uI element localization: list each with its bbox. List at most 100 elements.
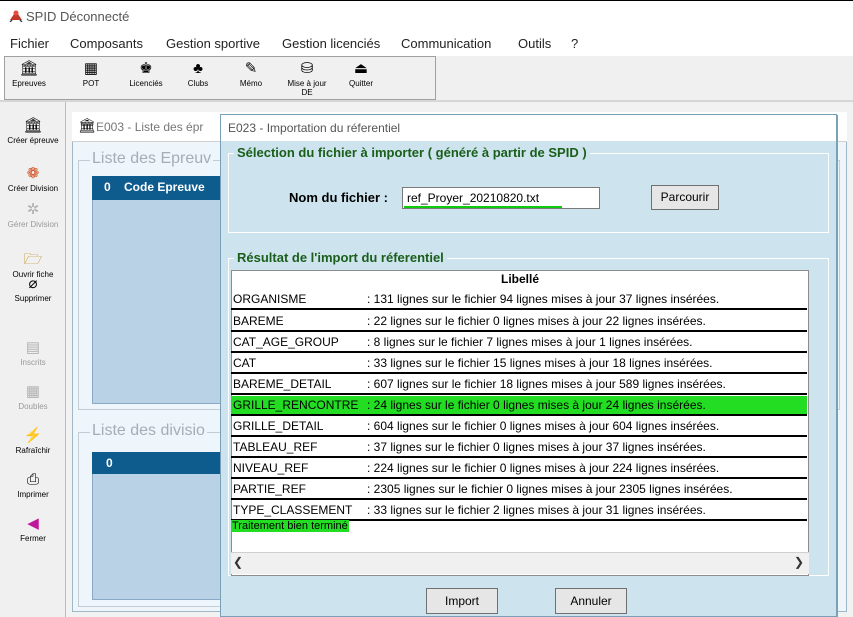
result-row[interactable]: BAREME_DETAIL : 607 lignes sur le fichie… — [231, 375, 807, 395]
toolbar-memo-label: Mémo — [239, 79, 263, 88]
sidebar-creer-division-button[interactable]: ❁ Créer Division — [0, 164, 66, 193]
result-row[interactable]: TYPE_CLASSEMENT : 33 lignes sur le fichi… — [231, 501, 807, 521]
result-table-name: ORGANISME — [233, 292, 307, 306]
file-name-highlight — [404, 206, 562, 208]
top-border — [0, 0, 853, 1]
app-logo-icon — [8, 8, 23, 23]
sidebar-creer-epreuve-button[interactable]: 🏛 Créer épreuve — [0, 116, 66, 145]
menu-help[interactable]: ? — [571, 36, 578, 51]
toolbar-pot-label: POT — [82, 79, 100, 88]
window-title: SPID Déconnecté — [26, 9, 130, 24]
result-table-name: TABLEAU_REF — [233, 440, 318, 454]
building-icon: 🏛 — [19, 60, 39, 77]
result-table-name: GRILLE_DETAIL — [233, 419, 324, 433]
horizontal-scrollbar[interactable] — [231, 552, 809, 574]
document-icon: ▤ — [25, 339, 41, 356]
sidebar-imprimer-button[interactable]: ⎙ Imprimer — [0, 470, 66, 499]
result-row[interactable]: ORGANISME : 131 lignes sur le fichier 94… — [231, 290, 807, 310]
menu-outils[interactable]: Outils — [518, 36, 551, 51]
sidebar-inscrits-button[interactable]: ▤ Inscrits — [0, 338, 66, 367]
result-row[interactable]: TABLEAU_REF : 37 lignes sur le fichier 0… — [231, 438, 807, 458]
result-row-highlighted[interactable]: GRILLE_RENCONTRE : 24 lignes sur le fich… — [231, 396, 807, 416]
import-result-group-title: Résultat de l'import du réferentiel — [234, 250, 447, 265]
folder-icon: 🗁 — [23, 251, 43, 268]
result-row[interactable]: PARTIE_REF : 2305 lignes sur le fichier … — [231, 480, 807, 500]
sidebar-fermer-button[interactable]: ◀ Fermer — [0, 514, 66, 543]
person-icon: ♚ — [139, 60, 153, 77]
toolbar: 🏛 Epreuves ▦ POT ♚ Licenciés ♣ Clubs ✎ M… — [4, 56, 436, 100]
epreuves-grid[interactable] — [92, 176, 234, 404]
grid-header-code-epreuve[interactable]: Code Epreuve — [124, 180, 205, 194]
grid-header-index: 0 — [104, 180, 111, 194]
sidebar-rafraichir-button[interactable]: ⚡ Rafraîchir — [0, 426, 66, 455]
result-table-name: GRILLE_RENCONTRE — [233, 398, 359, 412]
result-detail: : 24 lignes sur le fichier 0 lignes mise… — [367, 398, 706, 412]
toolbar-epreuves-button[interactable]: 🏛 Epreuves — [9, 57, 49, 99]
result-row[interactable]: NIVEAU_REF : 224 lignes sur le fichier 0… — [231, 459, 807, 479]
status-message: Traitement bien terminé — [231, 520, 349, 538]
result-table-name: NIVEAU_REF — [233, 461, 309, 475]
sidebar-creer-division-label: Créer Division — [7, 184, 59, 193]
arrow-left-icon: ◀ — [27, 515, 39, 532]
sidebar-fermer-label: Fermer — [20, 534, 46, 543]
toolbar-epreuves-label: Epreuves — [12, 79, 46, 88]
menu-gestion-licencies[interactable]: Gestion licenciés — [282, 36, 380, 51]
sidebar-doubles-label: Doubles — [18, 402, 48, 411]
clubs-icon: ♣ — [193, 60, 203, 77]
result-detail: : 224 lignes sur le fichier 0 lignes mis… — [367, 461, 720, 475]
menu-gestion-sportive[interactable]: Gestion sportive — [166, 36, 260, 51]
sidebar-gerer-division-label: Gérer Division — [7, 220, 59, 229]
result-row[interactable]: GRILLE_DETAIL : 604 lignes sur le fichie… — [231, 417, 807, 437]
dialog-title: E023 - Importation du réferentiel — [228, 121, 401, 135]
divisions-grid-header — [92, 452, 234, 474]
building-icon: 🏛 — [78, 117, 96, 133]
toolbar-quitter-button[interactable]: ⏏ Quitter — [341, 57, 381, 99]
menu-fichier[interactable]: Fichier — [10, 36, 49, 51]
result-detail: : 8 lignes sur le fichier 7 lignes mises… — [367, 335, 693, 349]
sidebar-supprimer-button[interactable]: ⌀ Supprimer — [0, 274, 66, 303]
column-header-libelle[interactable]: Libellé — [231, 272, 809, 290]
import-button[interactable]: Import — [426, 588, 498, 614]
toolbar-quitter-label: Quitter — [348, 79, 373, 88]
toolbar-pot-button[interactable]: ▦ POT — [71, 57, 111, 99]
result-detail: : 2305 lignes sur le fichier 0 lignes mi… — [367, 482, 733, 496]
menu-communication[interactable]: Communication — [401, 36, 491, 51]
result-detail: : 607 lignes sur le fichier 18 lignes mi… — [367, 377, 726, 391]
result-row[interactable]: CAT_AGE_GROUP : 8 lignes sur le fichier … — [231, 333, 807, 353]
grid-header-index: 0 — [106, 456, 113, 470]
toolbar-licencies-button[interactable]: ♚ Licenciés — [126, 57, 166, 99]
cancel-button[interactable]: Annuler — [555, 588, 627, 614]
result-row[interactable]: CAT : 33 lignes sur le fichier 15 lignes… — [231, 354, 807, 374]
toolbar-clubs-button[interactable]: ♣ Clubs — [178, 57, 218, 99]
divisions-group-title: Liste des divisio — [90, 422, 207, 440]
result-detail: : 22 lignes sur le fichier 0 lignes mise… — [367, 314, 706, 328]
grid-icon: ▦ — [83, 60, 99, 77]
epreuves-group-title: Liste des Epreuv — [90, 150, 214, 168]
memo-icon: ✎ — [244, 60, 258, 77]
chevron-right-icon[interactable]: ❯ — [794, 555, 804, 569]
toolbar-memo-button[interactable]: ✎ Mémo — [231, 57, 271, 99]
sidebar-doubles-button[interactable]: ▦ Doubles — [0, 382, 66, 411]
divisions-grid[interactable] — [92, 452, 234, 600]
chevron-left-icon[interactable]: ❮ — [233, 555, 243, 569]
lightning-icon: ⚡ — [23, 427, 43, 444]
toolbar-licencies-label: Licenciés — [129, 79, 163, 88]
result-detail: : 33 lignes sur le fichier 15 lignes mis… — [367, 356, 713, 370]
result-row[interactable]: BAREME : 22 lignes sur le fichier 0 lign… — [231, 312, 807, 332]
sidebar-gerer-division-button[interactable]: ✲ Gérer Division — [0, 200, 66, 229]
result-detail: : 131 lignes sur le fichier 94 lignes mi… — [367, 292, 720, 306]
result-detail: : 604 lignes sur le fichier 0 lignes mis… — [367, 419, 720, 433]
exit-icon: ⏏ — [353, 60, 369, 77]
printer-icon: ⎙ — [26, 471, 39, 488]
sidebar-imprimer-label: Imprimer — [17, 490, 49, 499]
doubles-icon: ▦ — [25, 383, 41, 400]
sidebar-supprimer-label: Supprimer — [14, 294, 52, 303]
result-table-name: PARTIE_REF — [233, 482, 306, 496]
toolbar-mise-a-jour-button[interactable]: ⛁ Mise à jour DE — [281, 57, 333, 99]
menu-composants[interactable]: Composants — [70, 36, 143, 51]
browse-button[interactable]: Parcourir — [651, 185, 719, 210]
toolbar-mise-a-jour-label: Mise à jour DE — [287, 79, 327, 97]
result-table-name: TYPE_CLASSEMENT — [233, 503, 353, 517]
sidebar-inscrits-label: Inscrits — [20, 358, 46, 367]
result-table-name: CAT_AGE_GROUP — [233, 335, 339, 349]
